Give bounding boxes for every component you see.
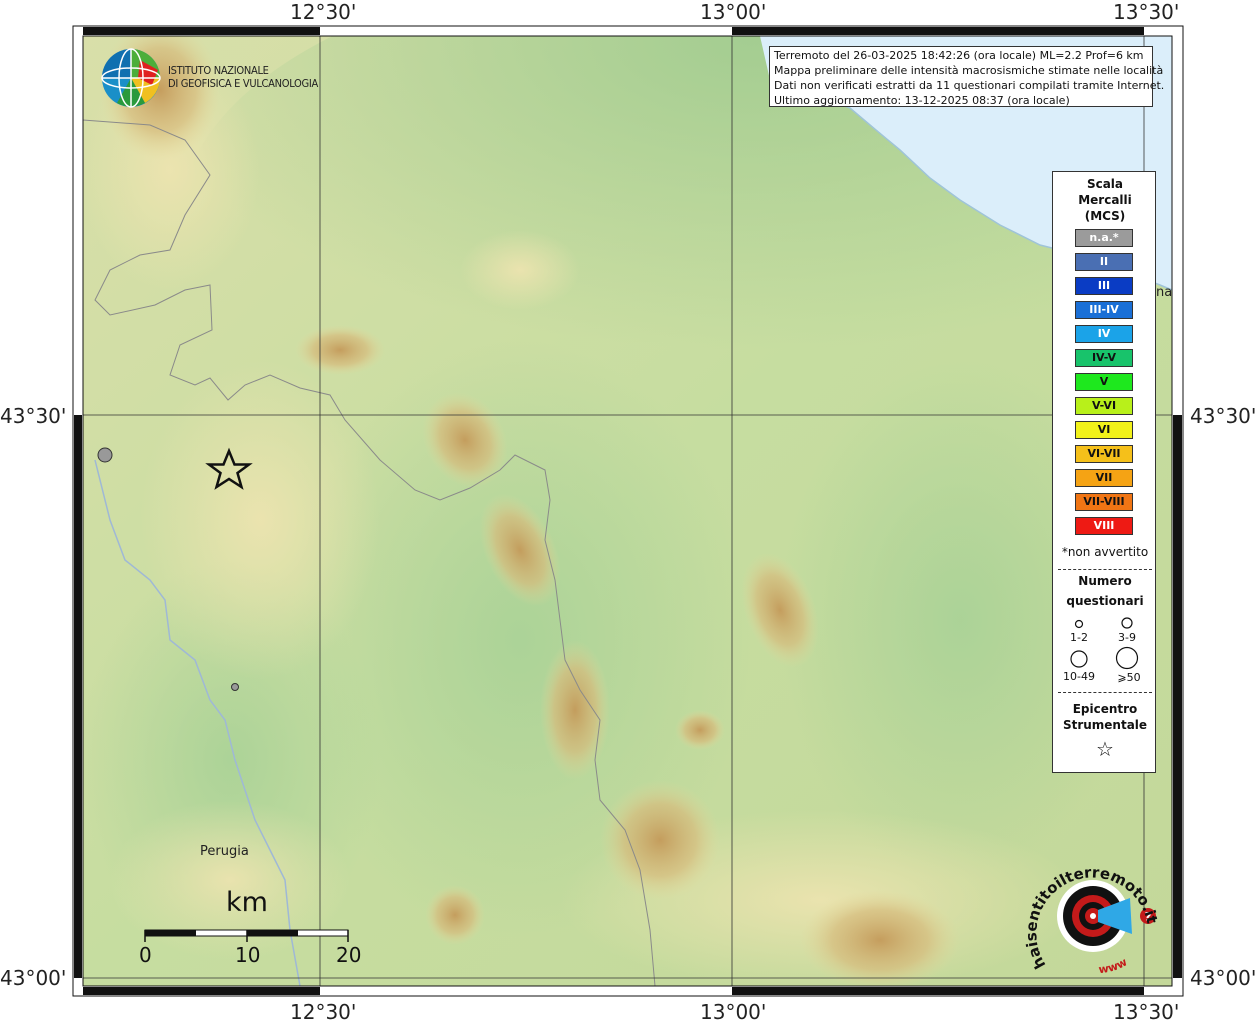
epicenter-title: Strumentale	[1062, 718, 1148, 732]
intensity-swatch: n.a.*	[1075, 229, 1133, 247]
lon-label-bottom: 13°00'	[700, 1000, 767, 1024]
intensity-swatch: V	[1075, 373, 1133, 391]
intensity-swatch: VII-VIII	[1075, 493, 1133, 511]
epicenter-title: Epicentro	[1072, 702, 1138, 716]
scale-unit: km	[226, 887, 268, 918]
intensity-swatch: VII	[1075, 469, 1133, 487]
legend-divider	[1058, 692, 1152, 693]
logo-url-text: www	[1098, 955, 1130, 976]
intensity-swatch: VI	[1075, 421, 1133, 439]
lat-label-left: 43°00'	[0, 966, 67, 990]
lon-label-top: 12°30'	[290, 0, 357, 24]
locality-marker	[231, 683, 239, 691]
intensity-swatch: II	[1075, 253, 1133, 271]
lon-label-bottom: 13°30'	[1113, 1000, 1180, 1024]
terrain-layer	[83, 36, 1172, 986]
haisentito-logo[interactable]: haisentitoilterremoto.it www	[1022, 845, 1164, 985]
event-info-line: Terremoto del 26-03-2025 18:42:26 (ora l…	[774, 49, 1144, 62]
city-label-partial: na	[1156, 285, 1173, 300]
lon-label-bottom: 12°30'	[290, 1000, 357, 1024]
questionnaire-label: 10-49	[1063, 670, 1095, 683]
questionnaire-label: ⩾50	[1117, 671, 1141, 684]
questionnaire-label: 1-2	[1070, 631, 1088, 644]
mcs-legend: Scala Mercalli (MCS) n.a.* II III III-IV IV I…	[1052, 171, 1156, 773]
questionnaire-title: Numero	[1078, 574, 1132, 588]
intensity-swatch: VI-VII	[1075, 445, 1133, 463]
lat-label-left: 43°30'	[0, 404, 67, 428]
intensity-swatch: IV	[1075, 325, 1133, 343]
institute-name: ISTITUTO NAZIONALE DI GEOFISICA E VULCAN…	[168, 64, 318, 90]
legend-title: (MCS)	[1084, 209, 1126, 223]
event-info-line: Dati non verificati estratti da 11 quest…	[774, 79, 1165, 92]
questionnaire-title: questionari	[1066, 594, 1144, 608]
scale-tick-label: 20	[336, 943, 362, 967]
haisentito-ring-text: haisentitoilterremoto.it www	[1022, 863, 1161, 976]
event-info-box: Terremoto del 26-03-2025 18:42:26 (ora l…	[769, 46, 1165, 107]
questionnaire-label: 3-9	[1118, 631, 1136, 644]
institute-line: DI GEOFISICA E VULCANOLOGIA	[168, 77, 318, 90]
city-label-perugia: Perugia	[200, 844, 249, 859]
epicenter-star-legend-icon: ☆	[1096, 737, 1114, 761]
intensity-swatch: IV-V	[1075, 349, 1133, 367]
non-felt-note: *non avvertito	[1061, 545, 1149, 559]
event-info-line: Mappa preliminare delle intensità macros…	[774, 64, 1164, 77]
svg-text:www: www	[1098, 955, 1130, 976]
legend-title: Scala	[1086, 177, 1124, 191]
legend-divider	[1058, 569, 1152, 570]
legend-title: Mercalli	[1078, 193, 1132, 207]
scale-tick-label: 0	[139, 943, 152, 967]
ingv-logo-icon	[101, 48, 161, 108]
lat-label-right: 43°00'	[1190, 966, 1256, 990]
lon-label-top: 13°30'	[1113, 0, 1180, 24]
intensity-swatch: V-VI	[1075, 397, 1133, 415]
lon-label-top: 13°00'	[700, 0, 767, 24]
svg-text:haisentitoilterremoto.it: haisentitoilterremoto.it	[1024, 863, 1161, 972]
logo-ring-text: haisentitoilterremoto.it	[1022, 863, 1161, 972]
lat-label-right: 43°30'	[1190, 404, 1256, 428]
institute-line: ISTITUTO NAZIONALE	[168, 64, 269, 77]
event-info-line: Ultimo aggiornamento: 13-12-2025 08:37 (…	[774, 94, 1070, 107]
intensity-swatch: VIII	[1075, 517, 1133, 535]
intensity-swatch: III-IV	[1075, 301, 1133, 319]
intensity-swatch: III	[1075, 277, 1133, 295]
locality-marker	[97, 447, 113, 463]
scale-tick-label: 10	[235, 943, 261, 967]
